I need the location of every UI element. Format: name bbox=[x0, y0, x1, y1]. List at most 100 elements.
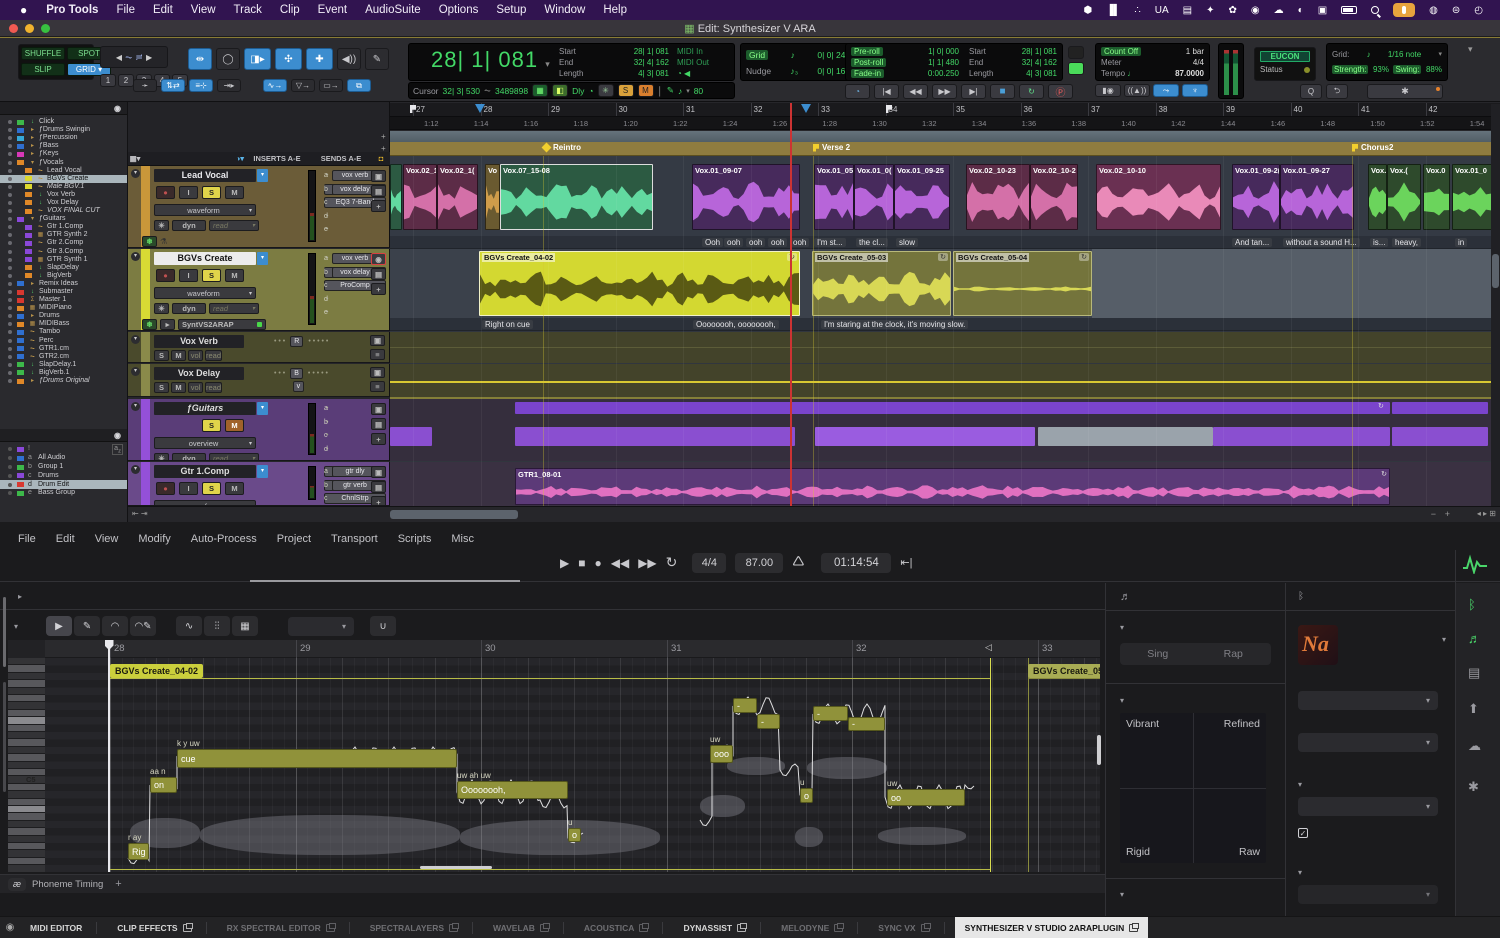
hscroll-left-icons[interactable]: ⇤ ⇥ bbox=[132, 509, 148, 518]
track-name-plate[interactable]: ƒGuitars bbox=[154, 402, 256, 415]
piano-key[interactable] bbox=[8, 747, 45, 754]
piano-key[interactable] bbox=[8, 858, 45, 865]
dyn-button[interactable]: dyn bbox=[172, 453, 206, 461]
track-comments-button[interactable]: ▤ bbox=[371, 481, 386, 493]
apple-menu[interactable]: ● bbox=[10, 3, 37, 17]
track-record-button[interactable]: ● bbox=[156, 482, 175, 495]
synthv-menu-edit[interactable]: Edit bbox=[46, 533, 85, 545]
metronome-button[interactable]: ((▲)) bbox=[1124, 84, 1150, 97]
ua-icon[interactable]: UA bbox=[1148, 5, 1176, 16]
tab-sync-vx[interactable]: SYNC VX bbox=[868, 917, 954, 938]
send-slot[interactable]: d bbox=[324, 294, 382, 305]
song-marker[interactable]: Reintro bbox=[543, 143, 581, 152]
track-list-item[interactable]: ↓Click bbox=[0, 118, 127, 126]
track-header-gtr-1-comp[interactable]: ▾Gtr 1.Comp▾●ISMwaveform▾GCmpEleven MKII… bbox=[128, 462, 390, 506]
output-toggle-a[interactable] bbox=[1068, 46, 1084, 59]
synthv-menu-project[interactable]: Project bbox=[267, 533, 321, 545]
piano-key[interactable] bbox=[8, 717, 45, 724]
synthv-play-button[interactable]: ▶ bbox=[560, 556, 569, 570]
vox-verb-lane[interactable] bbox=[390, 332, 1500, 363]
automation-safe-button[interactable]: ✳ bbox=[154, 220, 169, 231]
piano-key[interactable] bbox=[8, 836, 45, 843]
track-list-item[interactable]: ▸Remix Ideas bbox=[0, 280, 127, 288]
box-icon[interactable]: ▣ bbox=[1311, 5, 1334, 16]
edit-vscroll-thumb[interactable] bbox=[1492, 254, 1499, 288]
zoom-toggle[interactable]: ⇹ bbox=[188, 48, 212, 70]
expression-chevron-icon[interactable]: ▾ bbox=[1120, 696, 1124, 705]
menu-item-event[interactable]: Event bbox=[309, 4, 356, 16]
vocal-mode-select[interactable]: ▾ bbox=[1298, 885, 1438, 904]
piano-clip-tag[interactable]: BGVs Create_05- bbox=[1028, 664, 1100, 678]
lead-lyric-chip[interactable]: ooh bbox=[746, 238, 765, 247]
pointer-tool[interactable]: ▶ bbox=[46, 616, 72, 636]
mode-slip-button[interactable]: SLIP bbox=[21, 63, 65, 76]
send-slot[interactable]: e bbox=[324, 224, 382, 235]
pencil-velocity-icon[interactable]: ✎ bbox=[667, 85, 674, 96]
track-list-item[interactable]: ▦GTR Synth 2 bbox=[0, 231, 127, 239]
synthv-menu-file[interactable]: File bbox=[8, 533, 46, 545]
voice-name-select[interactable]: ▾ bbox=[1346, 635, 1446, 644]
piano-key[interactable] bbox=[8, 843, 45, 850]
pitch-view-tool[interactable]: ∿ bbox=[176, 616, 202, 636]
automation-safe-button[interactable]: ✳ bbox=[154, 453, 169, 461]
track-list-item[interactable]: ▸ƒDrums Original bbox=[0, 377, 127, 385]
song-marker[interactable]: Chorus2 bbox=[1352, 143, 1393, 152]
track-window-button[interactable]: ◉ bbox=[371, 253, 386, 265]
playlist-arrow[interactable]: ▾ bbox=[257, 465, 268, 478]
left-vscroll-a[interactable] bbox=[3, 597, 6, 667]
piano-note[interactable]: Rig bbox=[128, 843, 149, 860]
track-record-button[interactable]: ● bbox=[156, 269, 175, 282]
automation-safe-button[interactable]: ✳ bbox=[154, 303, 169, 314]
markers-ruler[interactable]: ReintroVerse 2Chorus2 bbox=[390, 142, 1500, 155]
track-header--guitars[interactable]: ▾ƒGuitars▾SMoverview▾✳dynread ▾❄••••abcd… bbox=[128, 399, 390, 461]
track-list-item[interactable]: ⏦Gtr 1.Comp bbox=[0, 223, 127, 231]
piano-key[interactable] bbox=[8, 806, 45, 813]
output-meters-button[interactable]: ▽→ bbox=[291, 79, 315, 92]
piano-key[interactable] bbox=[8, 725, 45, 732]
globe-icon[interactable]: ◐ bbox=[1291, 5, 1311, 16]
tile-windows-icon[interactable]: ▐▌ bbox=[1099, 5, 1127, 16]
layered-edit-button[interactable]: ⧉ bbox=[347, 79, 371, 92]
piano-grid[interactable]: 282930313233Rigr ayonaa ncuek y uwOooooo… bbox=[45, 640, 1100, 872]
piano-hscroll-thumb[interactable] bbox=[420, 866, 492, 869]
track-list-item[interactable]: ⏦GTR2.cm bbox=[0, 353, 127, 361]
track-list-item[interactable]: ↓Vox Verb bbox=[0, 191, 127, 199]
track-comments-button[interactable]: ▤ bbox=[371, 185, 386, 197]
grabber-tool[interactable]: ✚ bbox=[306, 48, 333, 70]
track-view-selector[interactable]: waveform▾ bbox=[154, 204, 256, 216]
guitar-overview-block[interactable] bbox=[815, 427, 1035, 446]
track-list-item[interactable]: ↓Vox Delay bbox=[0, 199, 127, 207]
piano-note[interactable]: - bbox=[813, 706, 848, 721]
track-list-item[interactable]: ▸ƒBass bbox=[0, 142, 127, 150]
piano-clip-tag[interactable]: BGVs Create_04-02 bbox=[110, 664, 203, 678]
lead-lyric-chip[interactable]: ooh bbox=[724, 238, 743, 247]
track-add-button[interactable]: + bbox=[371, 283, 386, 295]
track-header-bgvs-create[interactable]: ▾BGVs Create▾●ISMwaveform▾✳dynread ▾❄▸Sy… bbox=[128, 249, 390, 331]
phoneme-add-button[interactable]: + bbox=[115, 878, 121, 890]
lead-lyric-chip[interactable]: is... bbox=[1370, 238, 1388, 247]
track-view-selector[interactable]: overview▾ bbox=[154, 437, 256, 449]
transport-rewind-button[interactable]: ◀◀ bbox=[903, 84, 928, 99]
audio-clip[interactable] bbox=[390, 164, 402, 230]
audio-clip[interactable]: Vox.0 bbox=[1423, 164, 1450, 230]
synthv-menu-auto-process[interactable]: Auto-Process bbox=[181, 533, 267, 545]
track-add-button[interactable]: + bbox=[371, 433, 386, 445]
language-chevron-icon[interactable]: ▾ bbox=[1298, 780, 1302, 789]
guitar-overview-block[interactable] bbox=[1213, 427, 1390, 446]
piano-key[interactable] bbox=[8, 791, 45, 798]
vocal-mode-section-header[interactable]: ▾ bbox=[1286, 861, 1309, 883]
track-list-item[interactable]: ▸ƒDrums Swingin bbox=[0, 126, 127, 134]
track-vol-button[interactable]: vol bbox=[188, 350, 203, 361]
lead-lyric-chip[interactable]: ooh bbox=[768, 238, 787, 247]
circle-icon[interactable]: ◉ bbox=[1244, 5, 1267, 16]
track-window-button[interactable]: ▣ bbox=[370, 335, 385, 346]
track-list-item[interactable]: ⏦Tambo bbox=[0, 328, 127, 336]
arrangement-scroll-indicator[interactable] bbox=[250, 580, 520, 582]
sync-badge-icon[interactable]: ✿ bbox=[1222, 5, 1244, 16]
audio-clip[interactable]: Vox.02_10-2 bbox=[1030, 164, 1078, 230]
track-m-button[interactable]: M bbox=[225, 269, 244, 282]
edit-hscroll-thumb[interactable] bbox=[390, 510, 518, 519]
count-off-toggle[interactable]: Count Off bbox=[1101, 47, 1141, 56]
synthv-export-panel-icon[interactable]: ⬆ bbox=[1468, 701, 1479, 717]
waveform-view-tool[interactable]: ⫶⫶ bbox=[204, 616, 230, 636]
